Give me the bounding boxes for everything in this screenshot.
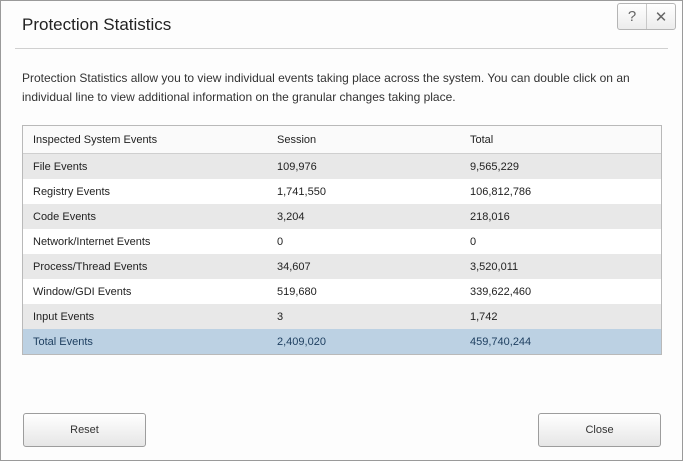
close-icon[interactable]: ✕ xyxy=(646,4,675,29)
protection-statistics-dialog: Protection Statistics ? ✕ Protection Sta… xyxy=(0,0,683,461)
row-event-name: Process/Thread Events xyxy=(33,260,148,273)
row-event-name: Network/Internet Events xyxy=(33,235,151,248)
row-total-count: 1,742 xyxy=(470,310,498,323)
table-row-total-selected[interactable]: Total Events 2,409,020 459,740,244 xyxy=(23,329,661,354)
row-event-name: Input Events xyxy=(33,310,95,323)
row-total-count: 3,520,011 xyxy=(470,260,519,273)
title-divider xyxy=(15,48,668,49)
table-row[interactable]: Process/Thread Events 34,607 3,520,011 xyxy=(23,254,661,279)
row-total-count: 218,016 xyxy=(470,210,510,223)
row-session-count: 0 xyxy=(277,235,284,248)
column-header-session[interactable]: Session xyxy=(277,134,470,146)
window-controls: ? ✕ xyxy=(617,3,676,30)
table-row[interactable]: Network/Internet Events 0 0 xyxy=(23,229,661,254)
row-session-count: 34,607 xyxy=(277,260,311,273)
column-header-total[interactable]: Total xyxy=(470,134,661,146)
close-button[interactable]: Close xyxy=(538,413,661,447)
table-header-row: Inspected System Events Session Total xyxy=(23,126,661,154)
row-total-count: 339,622,460 xyxy=(470,285,532,298)
table-row[interactable]: File Events 109,976 9,565,229 xyxy=(23,154,661,179)
dialog-description: Protection Statistics allow you to view … xyxy=(22,71,630,104)
row-session-count: 519,680 xyxy=(277,285,317,298)
row-session-count: 2,409,020 xyxy=(277,335,326,348)
row-event-name: Window/GDI Events xyxy=(33,285,132,298)
reset-button[interactable]: Reset xyxy=(23,413,146,447)
row-event-name: Code Events xyxy=(33,210,96,223)
row-total-count: 0 xyxy=(470,235,477,248)
help-icon[interactable]: ? xyxy=(618,4,646,29)
row-total-count: 459,740,244 xyxy=(470,335,532,348)
events-table: Inspected System Events Session Total Fi… xyxy=(22,125,662,355)
row-event-name: File Events xyxy=(33,160,88,173)
column-header-events[interactable]: Inspected System Events xyxy=(23,134,277,146)
table-row[interactable]: Registry Events 1,741,550 106,812,786 xyxy=(23,179,661,204)
table-row[interactable]: Code Events 3,204 218,016 xyxy=(23,204,661,229)
row-session-count: 3,204 xyxy=(277,210,305,223)
row-total-count: 9,565,229 xyxy=(470,160,519,173)
row-session-count: 1,741,550 xyxy=(277,185,326,198)
dialog-title: Protection Statistics xyxy=(22,15,172,34)
row-event-name: Registry Events xyxy=(33,185,111,198)
row-session-count: 109,976 xyxy=(277,160,317,173)
row-total-count: 106,812,786 xyxy=(470,185,532,198)
row-event-name: Total Events xyxy=(33,335,93,348)
table-row[interactable]: Input Events 3 1,742 xyxy=(23,304,661,329)
row-session-count: 3 xyxy=(277,310,284,323)
table-row[interactable]: Window/GDI Events 519,680 339,622,460 xyxy=(23,279,661,304)
